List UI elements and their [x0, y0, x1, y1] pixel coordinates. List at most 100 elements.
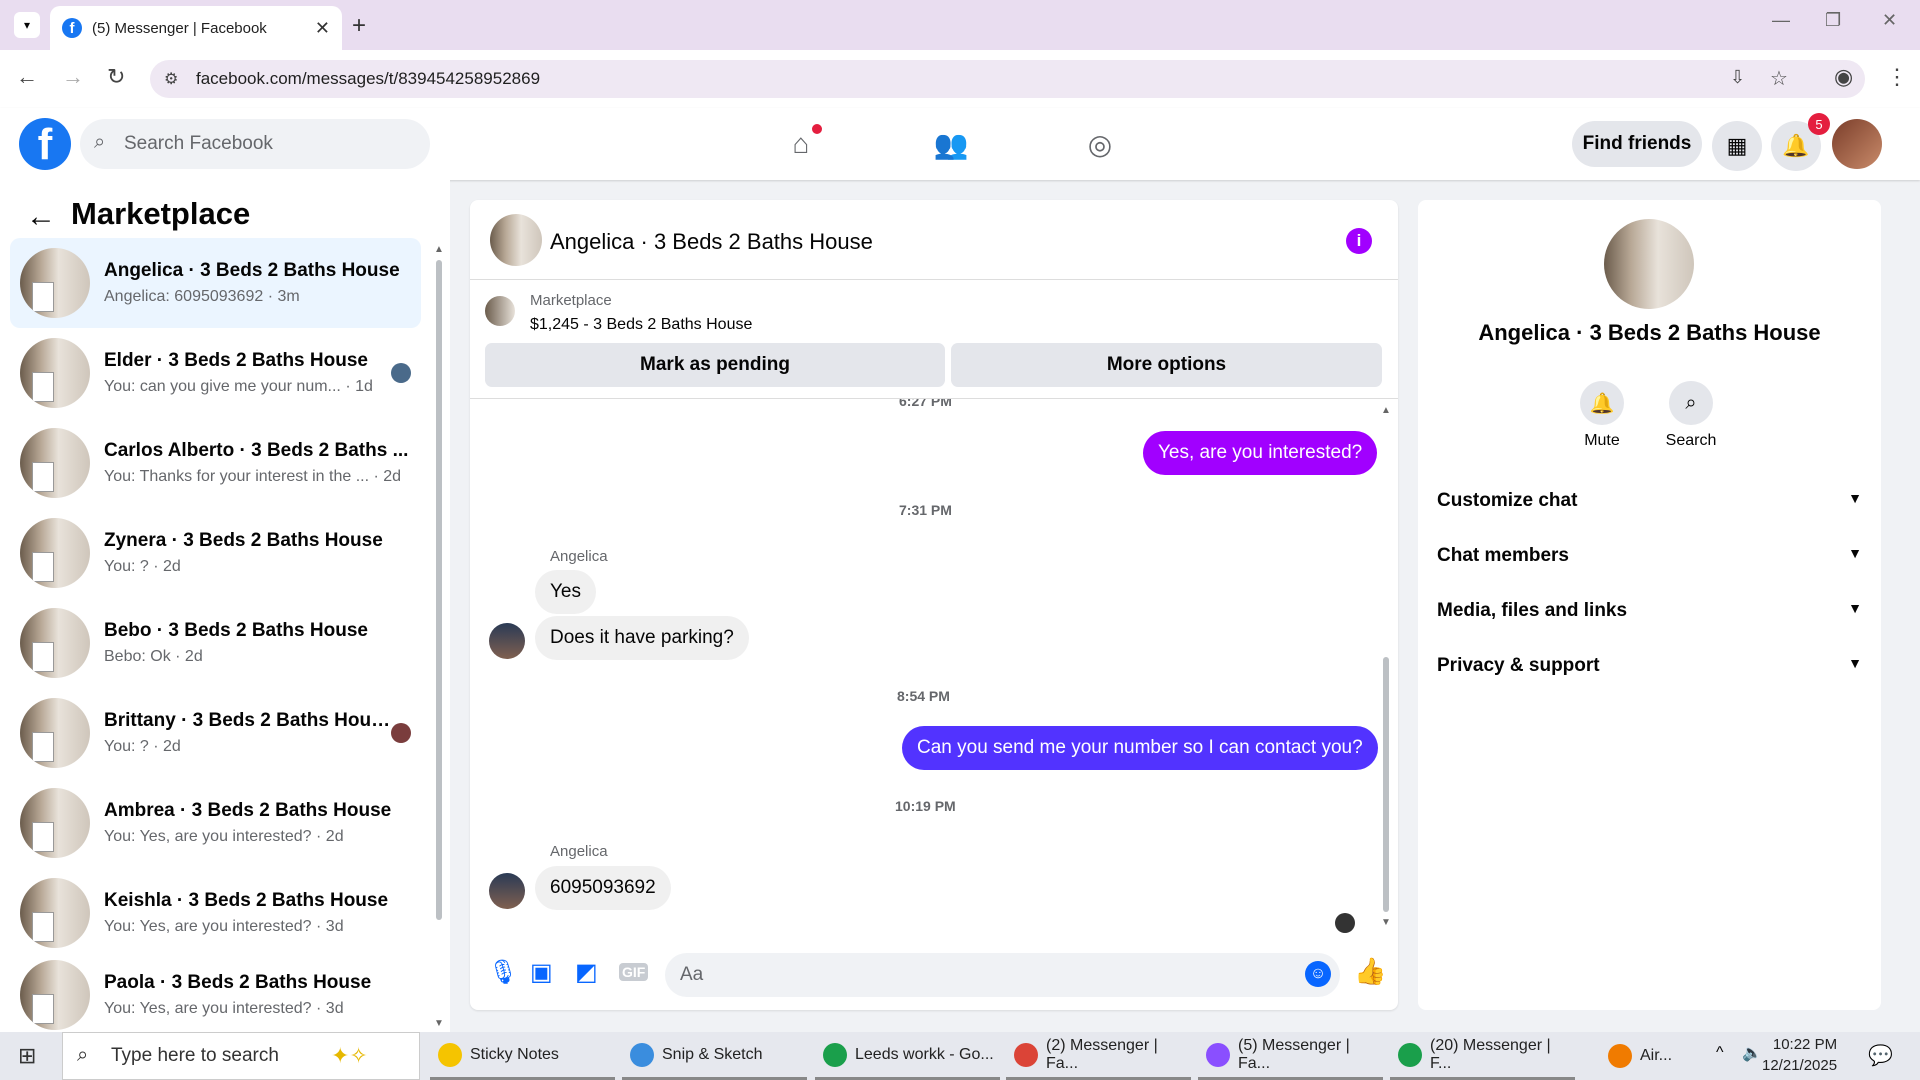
- conversation-text: Bebo · 3 Beds 2 Baths House Bebo: Ok · 2d: [104, 620, 421, 666]
- chat-avatar[interactable]: [490, 214, 542, 266]
- photo-icon[interactable]: ▣: [530, 958, 553, 987]
- conversation-preview: You: Yes, are you interested? · 3d: [104, 918, 344, 935]
- message-incoming[interactable]: 6095093692: [535, 866, 671, 910]
- install-app-icon[interactable]: ⇩: [1730, 67, 1745, 88]
- chrome-app[interactable]: Leeds workk - Go...: [815, 1032, 1000, 1080]
- conversation-item[interactable]: Zynera · 3 Beds 2 Baths House You: ? · 2d: [10, 508, 421, 598]
- conversation-text: Keishla · 3 Beds 2 Baths House You: Yes, …: [104, 890, 421, 936]
- notifications-icon[interactable]: 💬: [1868, 1043, 1893, 1068]
- conversation-item[interactable]: Elder · 3 Beds 2 Baths House You: can you…: [10, 328, 421, 418]
- sender-avatar[interactable]: [489, 623, 525, 659]
- app-label: Sticky Notes: [470, 1045, 559, 1063]
- app-label: Air...: [1640, 1047, 1673, 1064]
- facebook-favicon-icon: f: [62, 18, 82, 38]
- conversation-item[interactable]: Keishla · 3 Beds 2 Baths House You: Yes, …: [10, 868, 421, 958]
- taskbar-search-input[interactable]: ⌕ Type here to search ✦✧: [62, 1032, 420, 1080]
- back-icon[interactable]: ←: [16, 64, 38, 90]
- chat-scrollbar[interactable]: ▲ ▼: [1381, 405, 1391, 935]
- site-settings-icon[interactable]: ⚙: [164, 69, 178, 89]
- app-label: Leeds workk - Go...: [855, 1045, 994, 1063]
- listing-thumbnail[interactable]: [485, 296, 515, 326]
- reload-icon[interactable]: ↻: [107, 64, 125, 90]
- home-notification-dot: [812, 124, 822, 134]
- sticker-icon[interactable]: ◩: [575, 958, 598, 987]
- conversation-item[interactable]: Carlos Alberto · 3 Beds 2 Baths ... You: …: [10, 418, 421, 508]
- listing-thumbnail: [20, 698, 90, 768]
- conversation-text: Brittany · 3 Beds 2 Baths House You: ? · …: [104, 710, 391, 756]
- back-arrow-icon[interactable]: ←: [26, 200, 56, 234]
- info-icon[interactable]: i: [1346, 228, 1372, 254]
- chrome-app[interactable]: (20) Messenger | F...: [1390, 1032, 1575, 1080]
- message-input[interactable]: Aa ☺: [665, 953, 1340, 997]
- close-window-icon[interactable]: ✕: [1882, 10, 1897, 31]
- info-section[interactable]: Privacy & support ▼: [1437, 655, 1862, 677]
- message-incoming[interactable]: Does it have parking?: [535, 616, 749, 660]
- snip-sketch-app[interactable]: Snip & Sketch: [622, 1032, 807, 1080]
- forward-icon[interactable]: →: [62, 64, 84, 90]
- more-options-button[interactable]: More options: [951, 343, 1382, 387]
- sidebar-scrollbar[interactable]: ▲ ▼: [434, 244, 444, 1029]
- mark-pending-button[interactable]: Mark as pending: [485, 343, 945, 387]
- find-friends-button[interactable]: Find friends: [1572, 121, 1702, 167]
- chrome-app[interactable]: (5) Messenger | Fa...: [1198, 1032, 1383, 1080]
- tab-search-button[interactable]: ▾: [14, 12, 40, 38]
- conversation-name: Elder · 3 Beds 2 Baths House: [104, 350, 368, 371]
- message-incoming[interactable]: Yes: [535, 570, 596, 614]
- speaker-icon[interactable]: 🔈: [1742, 1043, 1762, 1063]
- bookmark-star-icon[interactable]: ☆: [1770, 66, 1788, 91]
- browser-menu-icon[interactable]: ⋮: [1886, 64, 1908, 90]
- restore-icon[interactable]: ❐: [1825, 10, 1841, 31]
- microphone-icon[interactable]: 🎙: [488, 958, 518, 987]
- mute-bell-icon[interactable]: 🔔: [1580, 381, 1624, 425]
- facebook-logo[interactable]: f: [19, 118, 71, 170]
- new-tab-button[interactable]: +: [352, 12, 366, 40]
- conversation-preview: You: ? · 2d: [104, 558, 181, 575]
- like-thumb-icon[interactable]: 👍: [1354, 956, 1386, 987]
- account-avatar[interactable]: [1832, 119, 1882, 169]
- menu-grid-icon[interactable]: ▦: [1712, 121, 1762, 171]
- conversation-item[interactable]: Brittany · 3 Beds 2 Baths House You: ? · …: [10, 688, 421, 778]
- conversation-item[interactable]: Angelica · 3 Beds 2 Baths House Angelica:…: [10, 238, 421, 328]
- info-section[interactable]: Customize chat ▼: [1437, 490, 1862, 512]
- message-outgoing[interactable]: Yes, are you interested?: [1143, 431, 1378, 475]
- message-outgoing[interactable]: Can you send me your number so I can con…: [902, 726, 1378, 770]
- conversation-item[interactable]: Ambrea · 3 Beds 2 Baths House You: Yes, a…: [10, 778, 421, 868]
- conversation-item[interactable]: Bebo · 3 Beds 2 Baths House Bebo: Ok · 2d: [10, 598, 421, 688]
- timestamp-partial: 6:27 PM: [899, 399, 952, 407]
- windows-start-icon[interactable]: ⊞: [18, 1043, 36, 1069]
- info-avatar[interactable]: [1604, 219, 1694, 309]
- browser-tab-active[interactable]: f (5) Messenger | Facebook ✕: [50, 6, 342, 50]
- info-name: Angelica · 3 Beds 2 Baths House: [1478, 320, 1821, 345]
- notification-badge: 5: [1808, 113, 1830, 135]
- profile-icon[interactable]: ◉: [1834, 64, 1853, 90]
- tab-close-icon[interactable]: ✕: [315, 18, 330, 39]
- sender-avatar[interactable]: [489, 873, 525, 909]
- timestamp: 8:54 PM: [897, 688, 950, 704]
- chat-title[interactable]: Angelica · 3 Beds 2 Baths House: [550, 229, 873, 255]
- gif-icon[interactable]: GIF: [619, 963, 649, 981]
- clock-date: 12/21/2025: [1762, 1057, 1838, 1074]
- search-icon[interactable]: ⌕: [1669, 381, 1713, 425]
- conversation-item[interactable]: Paola · 3 Beds 2 Baths House You: Yes, ar…: [10, 958, 421, 1032]
- info-section[interactable]: Chat members ▼: [1437, 545, 1862, 567]
- air-app[interactable]: Air...: [1600, 1032, 1690, 1080]
- friends-icon[interactable]: 👥: [931, 124, 971, 164]
- emoji-icon[interactable]: ☺: [1305, 961, 1331, 987]
- search-label: Search: [1665, 432, 1717, 449]
- app-icon: [630, 1042, 654, 1067]
- listing-price[interactable]: $1,245 - 3 Beds 2 Baths House: [530, 316, 752, 334]
- groups-icon[interactable]: ◎: [1080, 124, 1120, 164]
- listing-thumbnail: [20, 248, 90, 318]
- listing-thumbnail: [20, 960, 90, 1030]
- tray-chevron-icon[interactable]: ^: [1716, 1044, 1724, 1062]
- system-clock[interactable]: 10:22 PM 12/21/2025: [1762, 1034, 1837, 1076]
- info-section[interactable]: Media, files and links ▼: [1437, 600, 1862, 622]
- facebook-search-input[interactable]: ⌕ Search Facebook: [80, 119, 430, 169]
- message-placeholder: Aa: [680, 964, 704, 985]
- minimize-icon[interactable]: —: [1772, 10, 1790, 31]
- conversation-preview: Angelica: 6095093692 · 3m: [104, 288, 300, 305]
- section-label: Media, files and links: [1437, 600, 1628, 621]
- address-bar[interactable]: ⚙ facebook.com/messages/t/83945425895286…: [150, 60, 1865, 98]
- sticky-notes-app[interactable]: Sticky Notes: [430, 1032, 615, 1080]
- chrome-app[interactable]: (2) Messenger | Fa...: [1006, 1032, 1191, 1080]
